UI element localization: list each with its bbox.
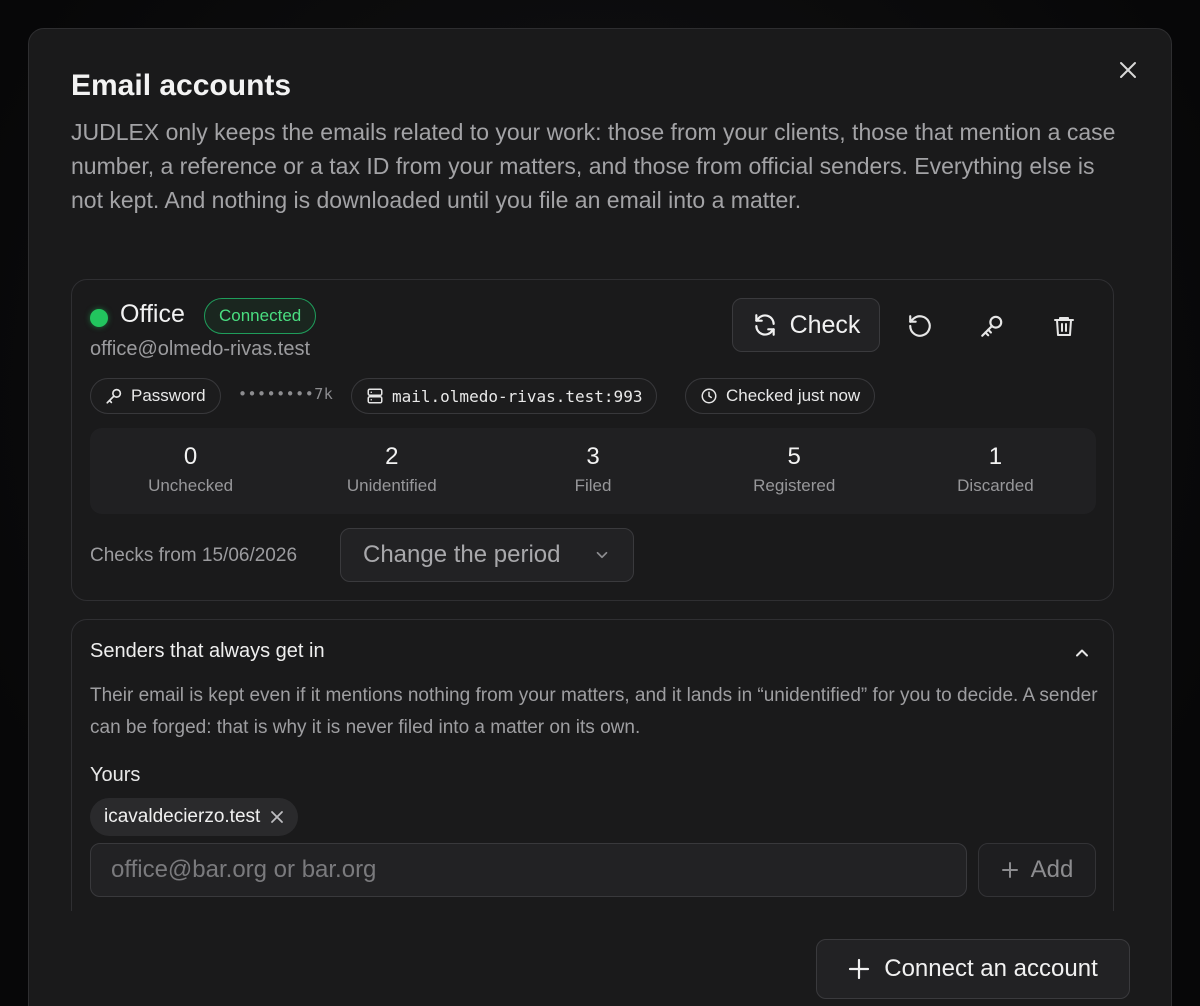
close-icon xyxy=(1120,62,1136,78)
server-address: mail.olmedo-rivas.test:993 xyxy=(392,386,643,406)
yours-label: Yours xyxy=(90,764,141,786)
stat-label: Unchecked xyxy=(148,476,234,495)
undo-icon xyxy=(909,315,931,337)
connect-account-label: Connect an account xyxy=(884,955,1098,982)
masked-password: ••••••••7k xyxy=(238,385,334,403)
stat-discarded: 1 Discarded xyxy=(895,428,1096,514)
auth-method-chip: Password xyxy=(90,378,221,414)
status-badge: Connected xyxy=(204,298,317,334)
trash-icon xyxy=(1054,317,1074,336)
stat-label: Filed xyxy=(574,476,612,495)
add-sender-button[interactable]: Add xyxy=(978,843,1096,897)
dialog-intro: JUDLEX only keeps the emails related to … xyxy=(71,119,1116,213)
key-icon xyxy=(981,315,1003,337)
stat-label: Registered xyxy=(753,476,836,495)
account-name: Office xyxy=(120,300,185,328)
stat-label: Unidentified xyxy=(346,476,437,495)
credentials-button[interactable] xyxy=(970,304,1014,348)
dialog-title: Email accounts xyxy=(71,69,292,102)
plus-icon xyxy=(1001,862,1018,878)
check-button[interactable]: Check xyxy=(732,298,880,352)
senders-title: Senders that always get in xyxy=(90,640,325,662)
stats-panel: 0 Unchecked 2 Unidentified 3 Filed 5 Reg… xyxy=(90,428,1096,514)
refresh-icon xyxy=(754,314,775,336)
remove-tag-button[interactable] xyxy=(270,810,284,824)
stat-filed: 3 Filed xyxy=(492,428,693,514)
close-button[interactable] xyxy=(1115,57,1141,83)
stat-unchecked: 0 Unchecked xyxy=(90,428,291,514)
sender-tag: icavaldecierzo.test xyxy=(90,798,299,836)
stat-value: 0 xyxy=(183,443,198,470)
stat-label: Discarded xyxy=(957,476,1034,495)
stat-registered: 5 Registered xyxy=(694,428,895,514)
chevron-down-icon xyxy=(596,551,608,559)
sender-tag-label: icavaldecierzo.test xyxy=(104,806,261,827)
auth-method-label: Password xyxy=(131,386,206,405)
email-accounts-dialog: Email accounts JUDLEX only keeps the ema… xyxy=(28,28,1172,1006)
close-icon xyxy=(271,811,284,823)
server-chip: mail.olmedo-rivas.test:993 xyxy=(351,378,658,414)
status-dot xyxy=(90,309,108,327)
key-icon xyxy=(106,388,122,404)
collapse-button[interactable] xyxy=(1067,638,1097,668)
server-icon xyxy=(367,388,383,404)
clock-icon xyxy=(701,388,717,404)
sender-input[interactable] xyxy=(90,843,967,897)
stat-unidentified: 2 Unidentified xyxy=(291,428,492,514)
delete-account-button[interactable] xyxy=(1042,304,1086,348)
period-label: Checks from 15/06/2026 xyxy=(90,545,298,566)
account-email: office@olmedo-rivas.test xyxy=(90,338,311,360)
last-check-chip: Checked just now xyxy=(685,378,876,414)
stat-value: 3 xyxy=(586,443,600,470)
stat-value: 1 xyxy=(988,443,1003,470)
last-check-label: Checked just now xyxy=(726,386,861,405)
senders-description: Their email is kept even if it mentions … xyxy=(90,685,1098,738)
check-button-label: Check xyxy=(789,310,861,339)
add-sender-label: Add xyxy=(1030,856,1074,883)
stat-value: 5 xyxy=(787,443,801,470)
plus-icon xyxy=(849,958,870,980)
reset-button[interactable] xyxy=(898,304,942,348)
period-select-label: Change the period xyxy=(363,541,561,568)
connect-account-button[interactable]: Connect an account xyxy=(816,939,1130,999)
account-card: Office Connected office@olmedo-rivas.tes… xyxy=(71,279,1114,601)
stat-value: 2 xyxy=(385,443,399,470)
period-select[interactable]: Change the period xyxy=(340,528,634,582)
chevron-up-icon xyxy=(1076,649,1088,657)
